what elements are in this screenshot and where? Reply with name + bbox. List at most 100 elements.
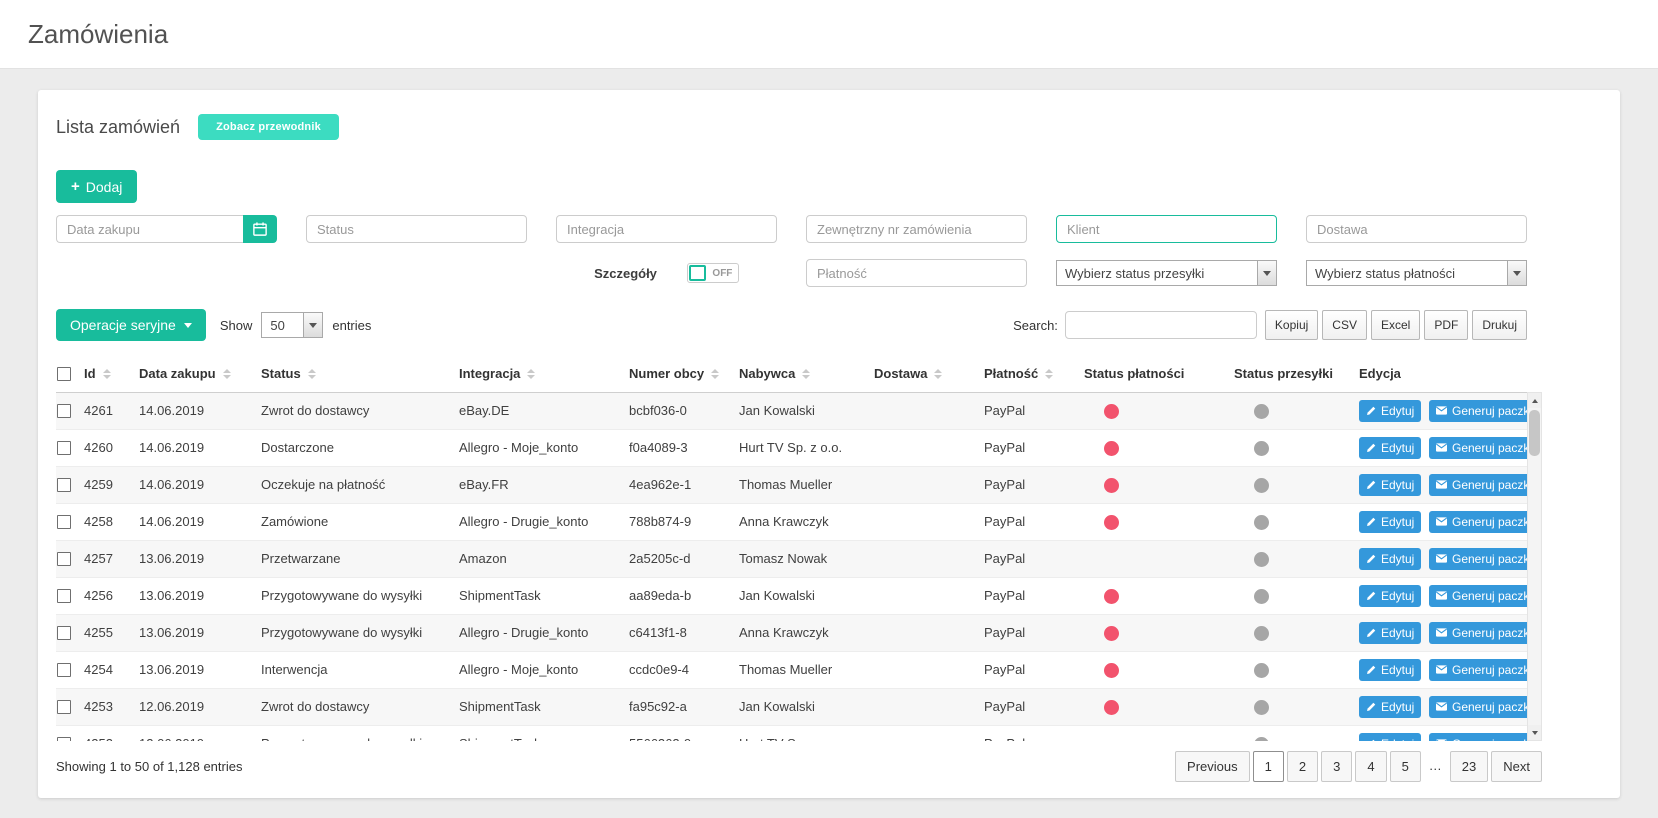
generate-package-button[interactable]: Generuj paczkę [1429, 733, 1527, 742]
page-button-1[interactable]: 1 [1253, 751, 1284, 782]
edit-button[interactable]: Edytuj [1359, 548, 1421, 570]
select-all-checkbox[interactable] [57, 367, 71, 381]
page-button-23[interactable]: 23 [1450, 751, 1488, 782]
row-checkbox[interactable] [57, 737, 71, 741]
row-checkbox[interactable] [57, 589, 71, 603]
generate-package-button[interactable]: Generuj paczkę [1429, 548, 1527, 570]
shipment-status-dot [1254, 589, 1269, 604]
edit-button[interactable]: Edytuj [1359, 659, 1421, 681]
orders-table-viewport: Id Data zakupu Status Integracja Numer o… [56, 355, 1542, 741]
table-scrollbar[interactable] [1527, 392, 1542, 741]
row-checkbox[interactable] [57, 700, 71, 714]
cell-buyer: Anna Krawczyk [739, 614, 874, 651]
previous-page-button[interactable]: Previous [1175, 751, 1250, 782]
edit-button[interactable]: Edytuj [1359, 474, 1421, 496]
shipment-status-dot [1254, 478, 1269, 493]
scrollbar-thumb[interactable] [1529, 410, 1540, 456]
edit-button[interactable]: Edytuj [1359, 733, 1421, 742]
cell-external-number: 4ea962e-1 [629, 466, 739, 503]
edit-button[interactable]: Edytuj [1359, 696, 1421, 718]
csv-button[interactable]: CSV [1322, 310, 1367, 340]
pagination: Previous 12345…23 Next [1175, 751, 1542, 782]
table-row: 4260 14.06.2019 Dostarczone Allegro - Mo… [56, 429, 1527, 466]
cell-delivery [874, 577, 984, 614]
client-filter-input[interactable] [1056, 215, 1277, 243]
generate-package-button[interactable]: Generuj paczkę [1429, 622, 1527, 644]
cell-external-number: 5566262-9 [629, 725, 739, 741]
page-size-select[interactable]: 50 [261, 312, 323, 338]
generate-package-button-label: Generuj paczkę [1452, 663, 1527, 677]
cell-payment: PayPal [984, 725, 1084, 741]
col-header-id[interactable]: Id [84, 355, 139, 392]
row-checkbox[interactable] [57, 404, 71, 418]
cell-integration: eBay.FR [459, 466, 629, 503]
payment-status-dot [1104, 441, 1119, 456]
cell-buyer: Tomasz Nowak [739, 540, 874, 577]
row-checkbox[interactable] [57, 626, 71, 640]
col-header-payment-status[interactable]: Status płatności [1084, 355, 1234, 392]
generate-package-button[interactable]: Generuj paczkę [1429, 585, 1527, 607]
scroll-down-arrow-icon[interactable] [1528, 725, 1541, 740]
page-button-4[interactable]: 4 [1355, 751, 1386, 782]
search-label: Search: [1013, 318, 1058, 333]
generate-package-button[interactable]: Generuj paczkę [1429, 511, 1527, 533]
cell-delivery [874, 651, 984, 688]
edit-button-label: Edytuj [1381, 663, 1414, 677]
next-page-button[interactable]: Next [1491, 751, 1542, 782]
cell-external-number: ccdc0e9-4 [629, 651, 739, 688]
col-header-payment[interactable]: Płatność [984, 355, 1084, 392]
generate-package-button[interactable]: Generuj paczkę [1429, 696, 1527, 718]
row-checkbox[interactable] [57, 552, 71, 566]
add-order-button[interactable]: + Dodaj [56, 170, 137, 203]
col-header-delivery[interactable]: Dostawa [874, 355, 984, 392]
edit-button[interactable]: Edytuj [1359, 585, 1421, 607]
chevron-down-icon [303, 313, 322, 337]
edit-button[interactable]: Edytuj [1359, 400, 1421, 422]
content: Lista zamówień Zobacz przewodnik + Dodaj [0, 69, 1658, 798]
generate-package-button[interactable]: Generuj paczkę [1429, 474, 1527, 496]
status-filter-input[interactable] [306, 215, 527, 243]
table-header-row: Id Data zakupu Status Integracja Numer o… [56, 355, 1527, 392]
print-button[interactable]: Drukuj [1472, 310, 1527, 340]
scroll-up-arrow-icon[interactable] [1528, 393, 1541, 408]
envelope-icon [1436, 554, 1447, 563]
edit-button[interactable]: Edytuj [1359, 622, 1421, 644]
edit-button[interactable]: Edytuj [1359, 511, 1421, 533]
row-checkbox[interactable] [57, 663, 71, 677]
cell-id: 4259 [84, 466, 139, 503]
guide-button[interactable]: Zobacz przewodnik [198, 114, 339, 140]
generate-package-button[interactable]: Generuj paczkę [1429, 659, 1527, 681]
page-button-3[interactable]: 3 [1321, 751, 1352, 782]
shipment-status-select[interactable]: Wybierz status przesyłki [1056, 260, 1277, 286]
row-checkbox[interactable] [57, 515, 71, 529]
generate-package-button[interactable]: Generuj paczkę [1429, 437, 1527, 459]
envelope-icon [1436, 591, 1447, 600]
delivery-filter-input[interactable] [1306, 215, 1527, 243]
calendar-button[interactable] [243, 215, 277, 243]
integration-filter-input[interactable] [556, 215, 777, 243]
payment-filter-input[interactable] [806, 259, 1027, 287]
sort-icon [103, 369, 111, 379]
search-input[interactable] [1065, 311, 1257, 339]
excel-button[interactable]: Excel [1371, 310, 1420, 340]
edit-button[interactable]: Edytuj [1359, 437, 1421, 459]
bulk-actions-button[interactable]: Operacje seryjne [56, 309, 206, 341]
cell-payment: PayPal [984, 429, 1084, 466]
row-checkbox[interactable] [57, 441, 71, 455]
copy-button[interactable]: Kopiuj [1265, 310, 1318, 340]
page-button-5[interactable]: 5 [1390, 751, 1421, 782]
col-header-external-number[interactable]: Numer obcy [629, 355, 739, 392]
page-button-2[interactable]: 2 [1287, 751, 1318, 782]
details-toggle[interactable]: OFF [687, 263, 739, 283]
payment-status-select[interactable]: Wybierz status płatności [1306, 260, 1527, 286]
col-header-buyer[interactable]: Nabywca [739, 355, 874, 392]
col-header-status[interactable]: Status [261, 355, 459, 392]
col-header-shipment-status[interactable]: Status przesyłki [1234, 355, 1359, 392]
external-number-filter-input[interactable] [806, 215, 1027, 243]
purchase-date-filter-input[interactable] [56, 215, 243, 243]
col-header-integration[interactable]: Integracja [459, 355, 629, 392]
col-header-purchase-date[interactable]: Data zakupu [139, 355, 261, 392]
pdf-button[interactable]: PDF [1424, 310, 1468, 340]
row-checkbox[interactable] [57, 478, 71, 492]
generate-package-button[interactable]: Generuj paczkę [1429, 400, 1527, 422]
